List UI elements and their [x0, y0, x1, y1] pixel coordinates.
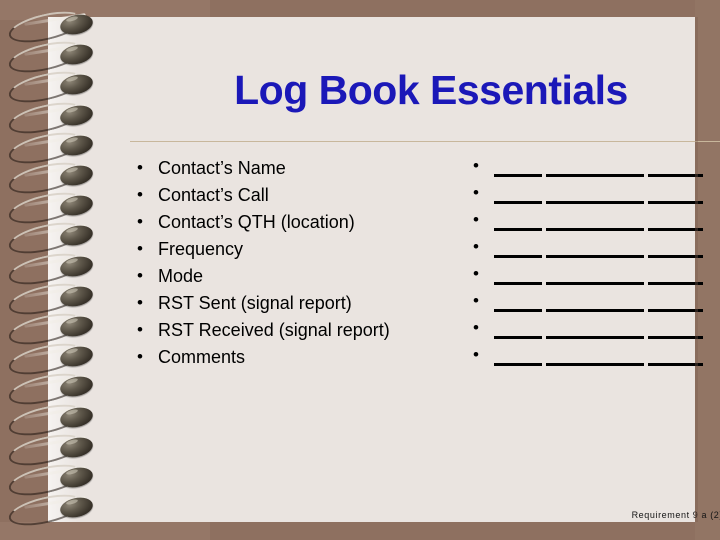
bullet-icon: • — [137, 185, 143, 204]
blank-write-in-line — [494, 236, 720, 262]
list-item: • — [466, 344, 720, 371]
list-item: • Contact’s Name — [130, 155, 460, 182]
blank-write-in-line — [494, 317, 720, 343]
right-blank-list: • • • • • • • • — [466, 155, 720, 371]
bullet-icon: • — [473, 156, 479, 175]
bullet-icon: • — [473, 210, 479, 229]
blank-segment — [546, 201, 644, 204]
blank-segment — [546, 174, 644, 177]
blank-segment — [648, 309, 703, 312]
blank-write-in-line — [494, 344, 720, 370]
blank-segment — [546, 282, 644, 285]
background-patch-bottom-left — [0, 522, 210, 540]
bullet-icon: • — [137, 347, 143, 366]
blank-segment — [648, 363, 703, 366]
blank-segment — [494, 336, 542, 339]
list-item-label: Comments — [158, 347, 246, 367]
bullet-icon: • — [473, 345, 479, 364]
list-item-label: Mode — [158, 266, 204, 286]
list-item-label: Contact’s Call — [158, 185, 269, 205]
blank-segment — [494, 309, 542, 312]
list-item: • — [466, 182, 720, 209]
bullet-icon: • — [473, 318, 479, 337]
blank-segment — [494, 201, 542, 204]
blank-segment — [546, 255, 644, 258]
list-item: • Comments — [130, 344, 460, 371]
content-columns: • Contact’s Name • Contact’s Call • Cont… — [130, 155, 720, 375]
list-item: • RST Received (signal report) — [130, 317, 460, 344]
list-item: • — [466, 209, 720, 236]
list-item: • Mode — [130, 263, 460, 290]
blank-segment — [494, 174, 542, 177]
blank-segment — [648, 174, 703, 177]
list-item: • — [466, 263, 720, 290]
list-item: • — [466, 236, 720, 263]
title-divider — [130, 141, 720, 142]
blank-segment — [546, 336, 644, 339]
list-item: • — [466, 155, 720, 182]
list-item: • Frequency — [130, 236, 460, 263]
bullet-icon: • — [137, 212, 143, 231]
bullet-icon: • — [137, 158, 143, 177]
list-item-label: Contact’s Name — [158, 158, 286, 178]
bullet-icon: • — [473, 237, 479, 256]
blank-segment — [494, 255, 542, 258]
blank-segment — [648, 228, 703, 231]
blank-segment — [648, 282, 703, 285]
blank-segment — [648, 255, 703, 258]
page-title: Log Book Essentials — [234, 67, 628, 113]
list-item: • — [466, 290, 720, 317]
slide-canvas: Log Book Essentials • Contact’s Name • C… — [0, 0, 720, 540]
bullet-icon: • — [137, 320, 143, 339]
blank-write-in-line — [494, 209, 720, 235]
bullet-icon: • — [473, 291, 479, 310]
list-item-label: RST Sent (signal report) — [158, 293, 352, 313]
footer-reference: Requirement 9 a (2) — [631, 510, 720, 520]
blank-segment — [494, 363, 542, 366]
bullet-icon: • — [473, 183, 479, 202]
blank-segment — [494, 228, 542, 231]
blank-segment — [648, 336, 703, 339]
bullet-icon: • — [137, 266, 143, 285]
blank-write-in-line — [494, 155, 720, 181]
list-item: • Contact’s QTH (location) — [130, 209, 460, 236]
notebook-paper: Log Book Essentials • Contact’s Name • C… — [48, 17, 720, 522]
blank-write-in-line — [494, 290, 720, 316]
blank-write-in-line — [494, 182, 720, 208]
list-item-label: Contact’s QTH (location) — [158, 212, 355, 232]
list-item: • RST Sent (signal report) — [130, 290, 460, 317]
bullet-icon: • — [137, 293, 143, 312]
list-item: • Contact’s Call — [130, 182, 460, 209]
blank-segment — [546, 228, 644, 231]
bullet-icon: • — [137, 239, 143, 258]
left-bullet-list: • Contact’s Name • Contact’s Call • Cont… — [130, 155, 460, 371]
bullet-icon: • — [473, 264, 479, 283]
blank-write-in-line — [494, 263, 720, 289]
blank-segment — [648, 201, 703, 204]
list-item-label: Frequency — [158, 239, 244, 259]
blank-segment — [546, 309, 644, 312]
list-item: • — [466, 317, 720, 344]
list-item-label: RST Received (signal report) — [158, 320, 390, 340]
blank-segment — [494, 282, 542, 285]
blank-segment — [546, 363, 644, 366]
